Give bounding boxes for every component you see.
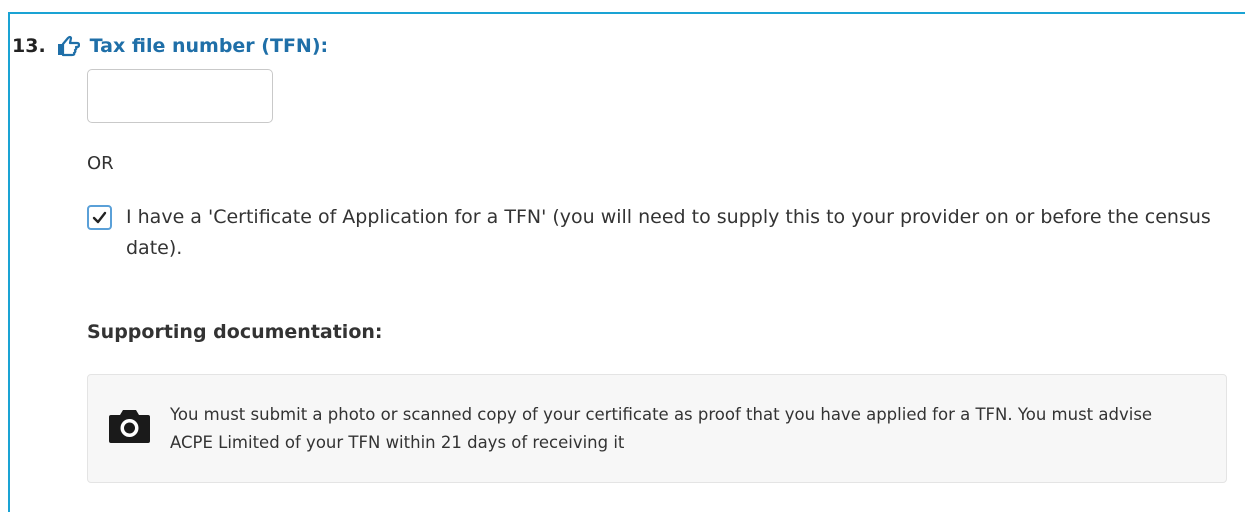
hand-pointer-icon (57, 35, 80, 57)
certificate-option[interactable]: I have a 'Certificate of Application for… (87, 203, 1217, 264)
certificate-label: I have a 'Certificate of Application for… (126, 206, 1211, 259)
tfn-input[interactable] (87, 69, 273, 123)
camera-icon (109, 410, 150, 443)
question-number: 13. (12, 35, 46, 57)
question-heading: 13. Tax file number (TFN): (12, 34, 328, 58)
supporting-documentation-heading: Supporting documentation: (87, 321, 383, 343)
certificate-checkbox[interactable] (87, 205, 112, 230)
question-title: Tax file number (TFN): (89, 35, 329, 57)
checkmark-icon (92, 211, 107, 224)
or-separator: OR (87, 153, 114, 174)
supporting-message: You must submit a photo or scanned copy … (170, 405, 1153, 452)
supporting-info-box: You must submit a photo or scanned copy … (87, 374, 1227, 483)
